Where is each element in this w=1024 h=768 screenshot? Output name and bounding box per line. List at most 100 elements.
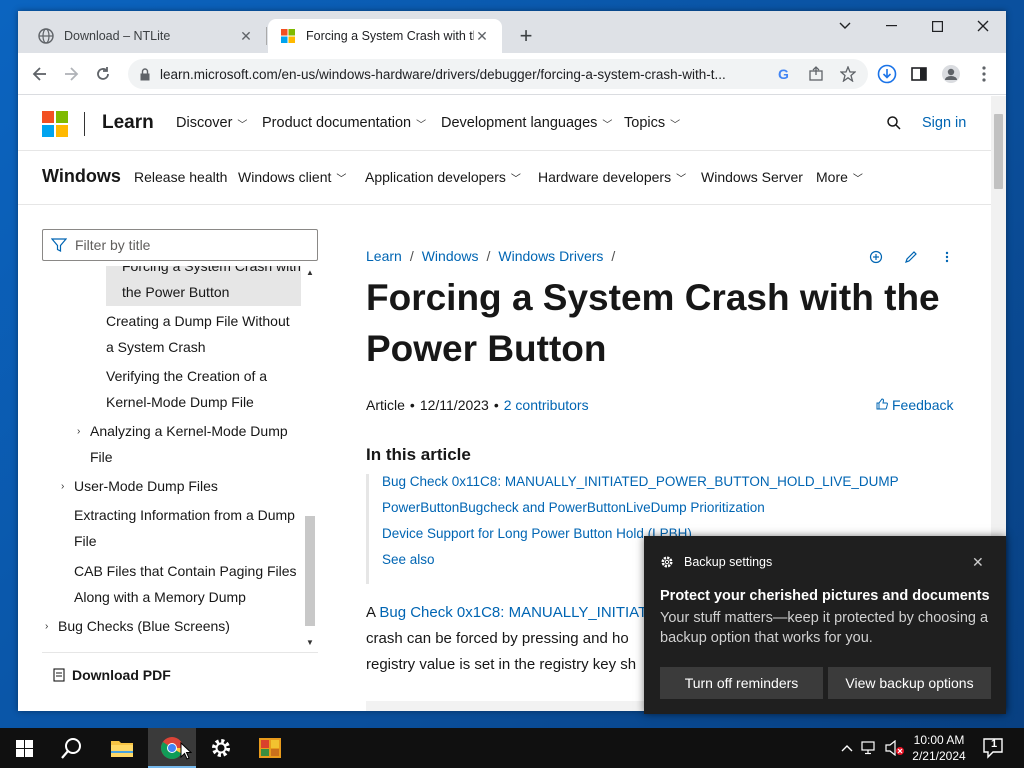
breadcrumb-learn[interactable]: Learn (366, 248, 402, 264)
microsoft-logo[interactable] (42, 111, 68, 137)
show-hidden-icons-chevron-icon[interactable] (838, 728, 856, 768)
tab-search-chevron-icon[interactable] (822, 11, 868, 41)
bug-check-link[interactable]: Bug Check 0x1C8: MANUALLY_INITIAT (379, 604, 647, 621)
download-icon[interactable] (875, 62, 899, 86)
download-pdf-link[interactable]: Download PDF (42, 652, 318, 696)
gear-icon (212, 739, 230, 757)
chevron-down-icon: ﹀ (510, 173, 521, 185)
add-to-collection-icon[interactable] (868, 249, 884, 265)
tab-forcing-crash[interactable]: Forcing a System Crash with the ✕ (268, 19, 502, 53)
toc-item-cab-files[interactable]: CAB Files that Contain Paging Files Alon… (74, 559, 297, 610)
new-tab-button[interactable]: + (514, 23, 538, 48)
toc-item-bug-checks[interactable]: › Bug Checks (Blue Screens) (45, 614, 230, 640)
breadcrumb-windows-drivers[interactable]: Windows Drivers (498, 248, 603, 264)
mouse-cursor-icon (180, 742, 192, 760)
ntlite-taskbar-button[interactable] (246, 728, 294, 768)
subnav-label: More (816, 169, 848, 185)
lock-icon[interactable] (138, 67, 152, 81)
nav-discover[interactable]: Discover ﹀ (176, 115, 247, 131)
product-title[interactable]: Windows (42, 166, 121, 187)
view-backup-options-button[interactable]: View backup options (828, 667, 991, 699)
contributors-link[interactable]: 2 contributors (504, 397, 589, 413)
page-scroll-thumb[interactable] (994, 114, 1003, 189)
toc-item-label: Along with a Memory Dump (74, 588, 246, 605)
toc-scroll-thumb[interactable] (305, 516, 315, 626)
browser-toolbar: learn.microsoft.com/en-us/windows-hardwa… (18, 53, 1006, 95)
file-explorer-button[interactable] (98, 728, 146, 768)
nav-product-documentation[interactable]: Product documentation ﹀ (262, 115, 426, 131)
forward-button[interactable] (59, 62, 83, 86)
chevron-right-icon: › (61, 481, 65, 492)
logo-divider (84, 112, 85, 136)
search-icon[interactable] (886, 115, 904, 133)
maximize-button[interactable] (914, 11, 960, 41)
google-lens-icon[interactable]: G (772, 62, 796, 86)
more-options-icon[interactable] (939, 249, 955, 265)
subnav-windows-client[interactable]: Windows client ﹀ (238, 169, 346, 185)
subnav-hardware-developers[interactable]: Hardware developers ﹀ (538, 169, 686, 185)
back-button[interactable] (28, 62, 52, 86)
menu-kebab-icon[interactable] (972, 62, 996, 86)
chrome-taskbar-button[interactable] (148, 728, 196, 768)
breadcrumb-windows[interactable]: Windows (422, 248, 479, 264)
scroll-up-arrow-icon[interactable]: ▲ (306, 268, 314, 277)
action-center-button[interactable]: 1 (982, 736, 1006, 760)
chevron-down-icon: ﹀ (237, 119, 248, 131)
folder-icon (111, 741, 133, 757)
gear-icon (661, 556, 673, 568)
subnav-windows-server[interactable]: Windows Server (701, 169, 803, 185)
bookmark-star-icon[interactable] (836, 62, 860, 86)
toc-item-extracting-info[interactable]: Extracting Information from a Dump File (74, 503, 295, 554)
subnav-application-developers[interactable]: Application developers ﹀ (365, 169, 521, 185)
subnav-more[interactable]: More ﹀ (816, 169, 863, 185)
subnav-release-health[interactable]: Release health (134, 169, 227, 185)
chevron-down-icon: ﹀ (670, 119, 681, 131)
turn-off-reminders-button[interactable]: Turn off reminders (660, 667, 823, 699)
download-pdf-label: Download PDF (72, 666, 171, 683)
feedback-link[interactable]: Feedback (876, 397, 953, 413)
tab-separator (266, 27, 267, 45)
reload-button[interactable] (91, 62, 115, 86)
close-tab-icon[interactable]: ✕ (238, 28, 254, 44)
edit-pencil-icon[interactable] (903, 249, 919, 265)
toc-item-forcing-crash[interactable]: Forcing a System Crash with the Power Bu… (122, 266, 301, 305)
subnav-label: Release health (134, 169, 228, 185)
minimize-button[interactable] (868, 11, 914, 41)
in-article-link[interactable]: PowerButtonBugcheck and PowerButtonLiveD… (382, 500, 765, 515)
tab-ntlite[interactable]: Download – NTLite ✕ (26, 19, 266, 53)
system-clock[interactable]: 10:00 AM 2/21/2024 (904, 732, 974, 764)
toc-item-user-mode-dump[interactable]: › User-Mode Dump Files (61, 474, 218, 500)
code-text: reg (383, 710, 405, 711)
toc-item-analyzing-dump[interactable]: › Analyzing a Kernel-Mode Dump File (77, 419, 288, 470)
toc-item-verifying-dump[interactable]: Verifying the Creation of a Kernel-Mode … (106, 364, 267, 415)
scroll-down-arrow-icon[interactable]: ▼ (306, 638, 314, 647)
toc-item-label: Creating a Dump File Without (106, 313, 290, 329)
start-button[interactable] (0, 728, 48, 768)
toc-item-label: File (90, 448, 113, 465)
settings-taskbar-button[interactable] (197, 728, 245, 768)
in-article-link[interactable]: See also (382, 552, 435, 567)
side-panel-icon[interactable] (907, 62, 931, 86)
toc-scrollbar[interactable]: ▲ ▼ (302, 266, 318, 652)
address-bar[interactable]: learn.microsoft.com/en-us/windows-hardwa… (128, 59, 868, 89)
nav-development-languages[interactable]: Development languages ﹀ (441, 115, 612, 131)
volume-muted-icon[interactable] (884, 728, 906, 768)
share-icon[interactable] (804, 62, 828, 86)
taskbar: 10:00 AM 2/21/2024 1 (0, 728, 1024, 768)
toc-item-label: Extracting Information from a Dump (74, 507, 295, 523)
meta-dot: • (409, 397, 415, 413)
search-button[interactable] (48, 728, 96, 768)
chevron-down-icon: ﹀ (602, 119, 613, 131)
in-article-link[interactable]: Bug Check 0x11C8: MANUALLY_INITIATED_POW… (382, 474, 899, 489)
toc-item-dump-without-crash[interactable]: Creating a Dump File Without a System Cr… (106, 309, 290, 360)
filter-by-title-input[interactable]: Filter by title (42, 229, 318, 261)
close-tab-icon[interactable]: ✕ (474, 28, 490, 44)
sign-in-link[interactable]: Sign in (922, 115, 966, 131)
network-icon[interactable] (860, 728, 880, 768)
profile-avatar-icon[interactable] (939, 62, 963, 86)
nav-topics[interactable]: Topics ﹀ (624, 115, 680, 131)
close-notification-icon[interactable]: ✕ (972, 554, 984, 571)
close-window-button[interactable] (960, 11, 1006, 41)
learn-brand-link[interactable]: Learn (102, 112, 154, 134)
product-subheader: Windows Release health Windows client ﹀ A… (18, 152, 991, 205)
